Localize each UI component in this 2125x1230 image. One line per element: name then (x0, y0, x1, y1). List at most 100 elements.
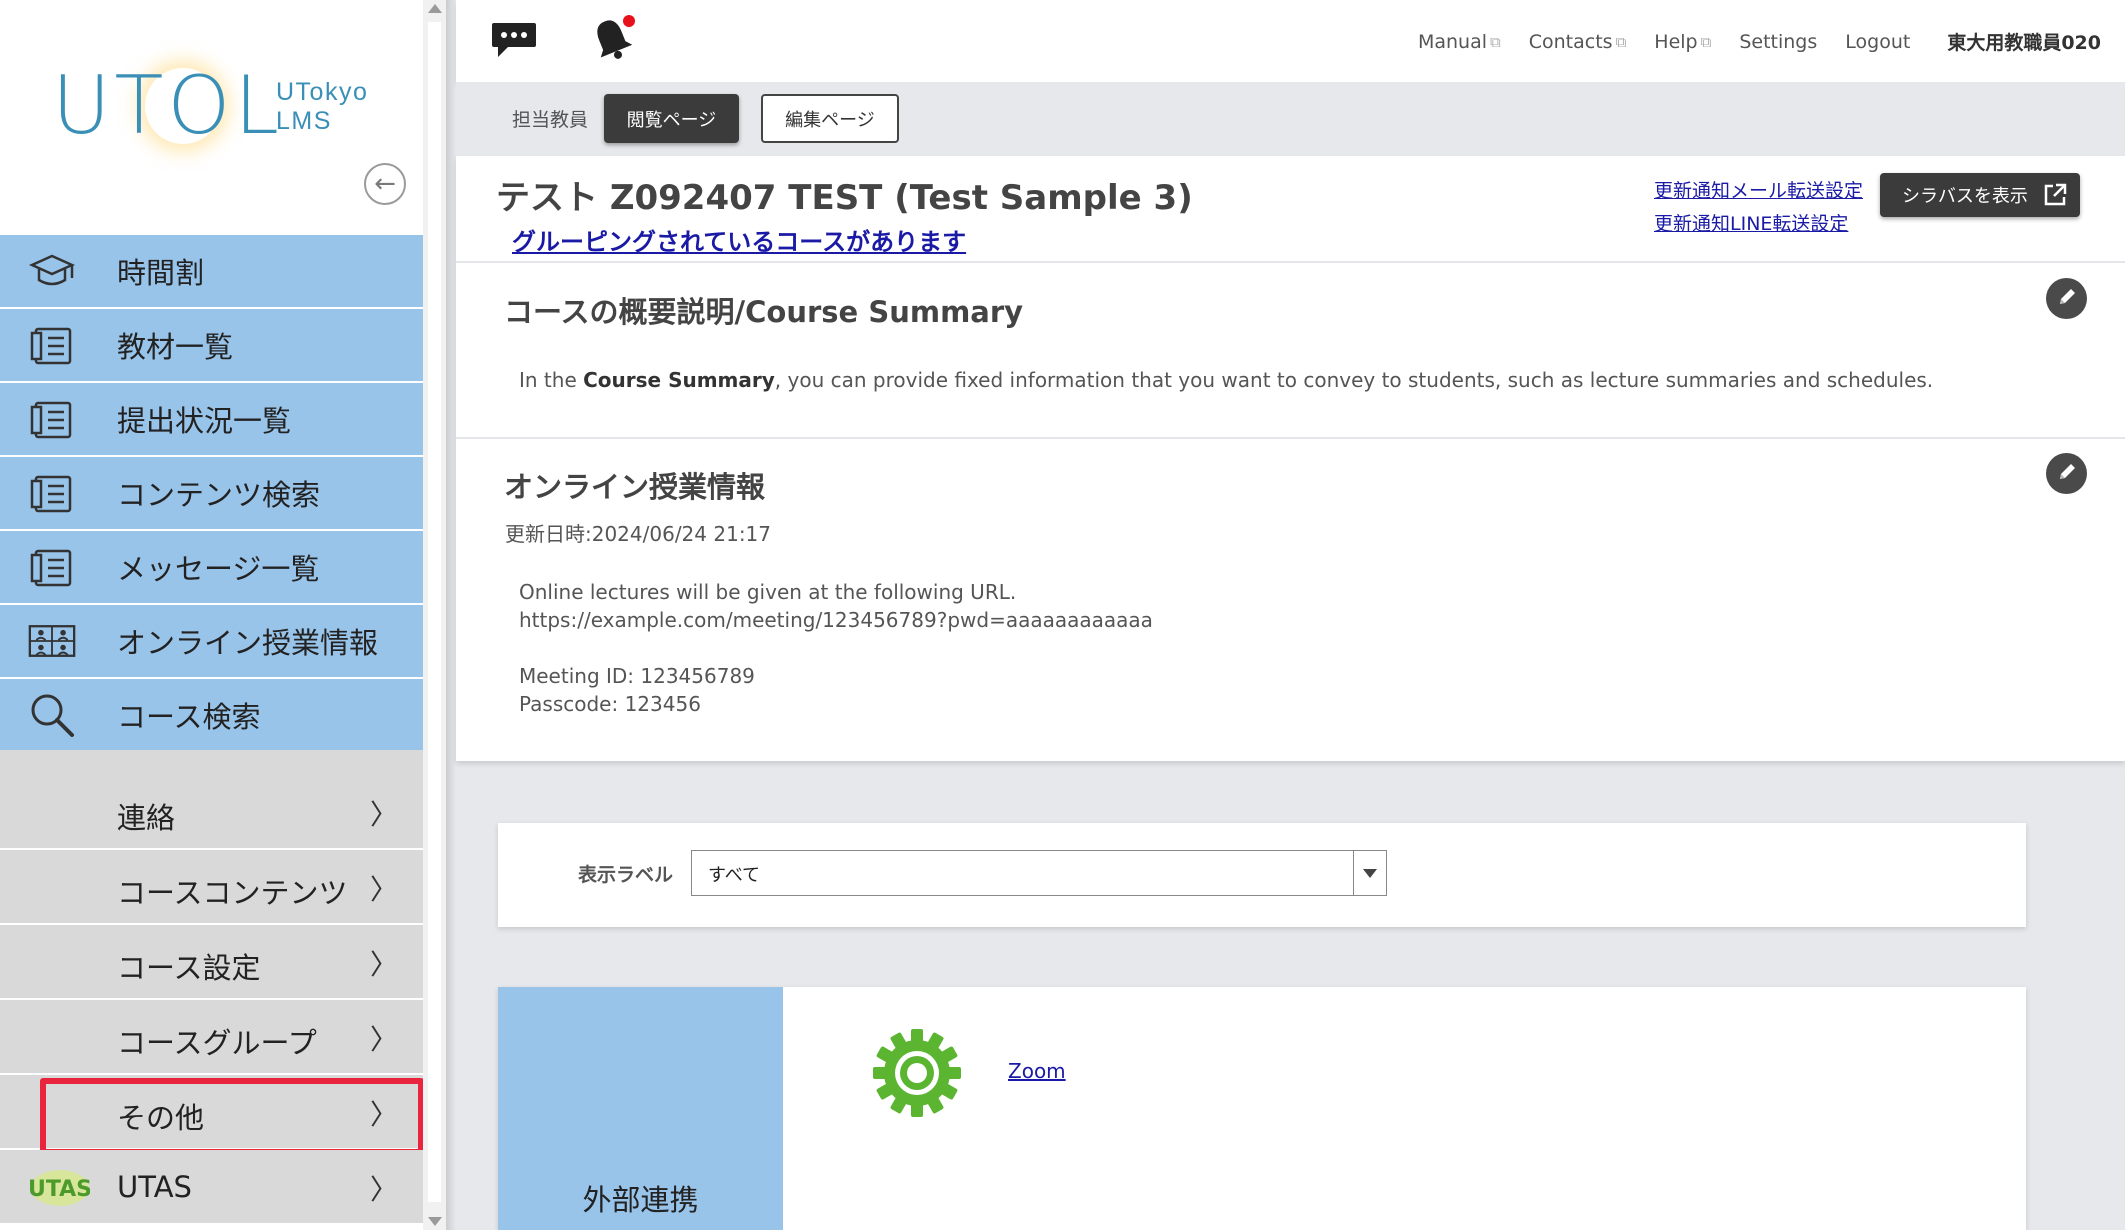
section-divider (456, 261, 2125, 263)
chevron-right-icon: 〉 (370, 1098, 399, 1131)
sidebar-item-label: コース設定 (117, 951, 261, 985)
manual-link-label: Manual (1417, 30, 1488, 53)
external-link-icon: ⧉ (1700, 32, 1712, 51)
top-links: Manual ⧉ Contacts ⧉ Help ⧉ Settings Logout … (1390, 28, 2101, 55)
external-integration-card: 外部連携 Zoom (498, 987, 2026, 1230)
sidebar-item-label: 教材一覧 (117, 330, 234, 364)
magnifier-icon (28, 693, 76, 737)
logo-subtitle: UTokyo LMS (276, 78, 368, 136)
chevron-right-icon: 〉 (370, 1173, 399, 1206)
section-divider (456, 437, 2125, 439)
sidebar-item-other[interactable]: その他 〉 (0, 1075, 424, 1155)
list-book-icon (28, 323, 76, 367)
scroll-down-arrow-icon[interactable] (428, 1217, 442, 1226)
notify-line-settings-link[interactable]: 更新通知LINE転送設定 (1654, 209, 1848, 236)
sidebar-item-submissions[interactable]: 提出状況一覧 (0, 383, 423, 457)
pencil-icon (2055, 460, 2079, 488)
arrow-left-circle-icon: ← (374, 169, 396, 199)
collapse-sidebar-button[interactable]: ← (364, 163, 406, 205)
list-book-icon (28, 545, 76, 589)
logo-sub-line1: UTokyo (276, 78, 369, 106)
label-filter-card: 表示ラベル すべて (498, 823, 2026, 927)
sidebar-item-timetable[interactable]: 時間割 (0, 235, 423, 309)
online-class-icon (28, 619, 76, 663)
chevron-down-icon (1363, 868, 1377, 878)
logo-sub-line2: LMS (276, 107, 332, 135)
sidebar-item-label: その他 (117, 1101, 205, 1135)
edit-summary-button[interactable] (2046, 278, 2087, 319)
scroll-up-arrow-icon[interactable] (428, 4, 442, 13)
course-title: テスト Z092407 TEST (Test Sample 3) (496, 178, 1193, 218)
online-info-title: オンライン授業情報 (504, 470, 766, 504)
edit-online-info-button[interactable] (2046, 453, 2087, 494)
list-book-icon (28, 397, 76, 441)
settings-link[interactable]: Settings (1739, 31, 1817, 53)
course-main-card: テスト Z092407 TEST (Test Sample 3) グルーピングさ… (456, 156, 2125, 761)
sidebar-item-label: 連絡 (117, 801, 176, 835)
dropdown-toggle[interactable] (1353, 851, 1386, 895)
notify-mail-settings-link[interactable]: 更新通知メール転送設定 (1654, 176, 1863, 203)
sidebar-item-label: オンライン授業情報 (117, 626, 379, 660)
help-link[interactable]: Help ⧉ (1654, 31, 1711, 53)
show-syllabus-button[interactable]: シラバスを表示 (1880, 173, 2080, 217)
sidebar-item-course-contents[interactable]: コースコンテンツ 〉 (0, 850, 423, 925)
gear-icon[interactable] (871, 1027, 963, 1119)
sidebar-item-online-class[interactable]: オンライン授業情報 (0, 605, 423, 679)
sidebar-item-label: コースグループ (117, 1026, 317, 1060)
sidebar-scrollbar[interactable] (423, 0, 446, 1230)
logo-main-text: UTOL (52, 59, 283, 152)
manual-link[interactable]: Manual ⧉ (1418, 31, 1501, 53)
online-info-line: https://example.com/meeting/123456789?pw… (519, 608, 1153, 632)
sidebar-item-label: 提出状況一覧 (117, 404, 292, 438)
svg-text:UTAS: UTAS (30, 1177, 90, 1202)
chat-bubble-icon[interactable] (490, 20, 538, 60)
help-link-label: Help (1654, 30, 1698, 53)
online-info-updated: 更新日時:2024/06/24 21:17 (505, 522, 772, 546)
sidebar-item-course-settings[interactable]: コース設定 〉 (0, 925, 423, 1000)
chevron-right-icon: 〉 (370, 948, 399, 981)
scrollbar-thumb[interactable] (428, 22, 441, 1202)
show-syllabus-label: シラバスを表示 (1902, 186, 2028, 207)
summary-text-bold: Course Summary (583, 368, 775, 392)
logout-link[interactable]: Logout (1845, 31, 1910, 53)
chevron-right-icon: 〉 (370, 873, 399, 906)
external-link-icon: ⧉ (1615, 32, 1627, 51)
online-info-line: Passcode: 123456 (519, 692, 701, 716)
user-name: 東大用教職員020 (1947, 32, 2101, 54)
list-book-icon (28, 471, 76, 515)
sidebar-item-label: コースコンテンツ (117, 876, 348, 910)
sidebar-shadow (446, 0, 456, 1230)
sidebar-item-materials[interactable]: 教材一覧 (0, 309, 423, 383)
sidebar-item-label: コース検索 (117, 700, 261, 734)
utas-logo-icon: UTAS (28, 1168, 92, 1208)
online-info-body: Online lectures will be given at the fol… (519, 578, 1153, 718)
sidebar-item-label: コンテンツ検索 (117, 478, 321, 512)
zoom-link[interactable]: Zoom (1008, 1059, 1066, 1083)
external-link-icon (2042, 182, 2068, 208)
notification-bell-icon[interactable] (588, 12, 640, 64)
external-link-icon: ⧉ (1490, 32, 1501, 51)
sidebar-item-course-search[interactable]: コース検索 (0, 679, 423, 753)
sidebar-item-contact[interactable]: 連絡 〉 (0, 775, 423, 850)
online-info-line: Online lectures will be given at the fol… (519, 580, 1017, 604)
sidebar-item-messages[interactable]: メッセージ一覧 (0, 531, 423, 605)
page-mode-bar: 担当教員 閲覧ページ 編集ページ (456, 82, 2125, 156)
tab-edit-page[interactable]: 編集ページ (761, 94, 899, 143)
sidebar-item-label: UTAS (117, 1170, 192, 1204)
external-integration-side-panel: 外部連携 (498, 987, 783, 1230)
display-label-value: すべて (708, 865, 761, 886)
contacts-link[interactable]: Contacts ⧉ (1529, 31, 1627, 53)
grouping-link[interactable]: グルーピングされているコースがあります (512, 222, 966, 257)
utol-logo[interactable]: UTOL UTokyo LMS (52, 66, 382, 146)
nav-separator (0, 750, 423, 775)
sidebar-item-utas[interactable]: UTAS UTAS 〉 (0, 1150, 423, 1225)
display-label-select[interactable]: すべて (691, 850, 1387, 896)
top-bar: Manual ⧉ Contacts ⧉ Help ⧉ Settings Logout … (456, 0, 2125, 82)
sidebar-item-course-group[interactable]: コースグループ 〉 (0, 1000, 423, 1075)
online-info-line: Meeting ID: 123456789 (519, 664, 755, 688)
sidebar-item-content-search[interactable]: コンテンツ検索 (0, 457, 423, 531)
secondary-nav: 連絡 〉 コースコンテンツ 〉 コース設定 〉 コースグループ 〉 その他 〉 (0, 775, 424, 1225)
tab-view-page[interactable]: 閲覧ページ (604, 94, 739, 143)
contacts-link-label: Contacts (1528, 30, 1613, 53)
